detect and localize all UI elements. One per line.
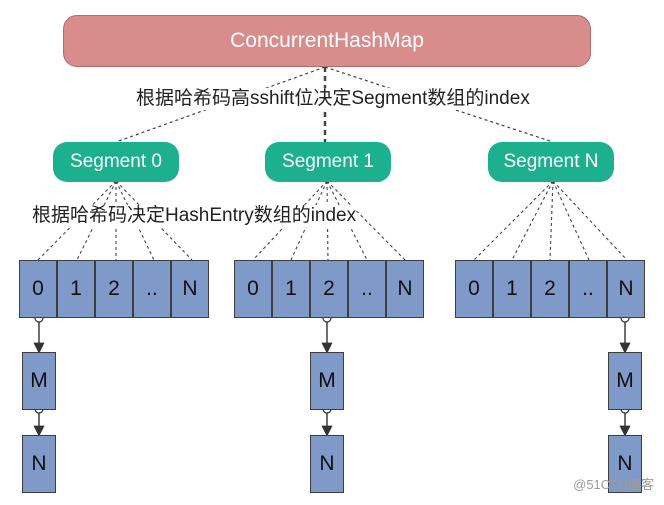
segment-1-bucket-4: N bbox=[386, 260, 424, 318]
bucket-index-caption: 根据哈希码决定HashEntry数组的index bbox=[32, 205, 357, 227]
segment-n-line-0 bbox=[473, 180, 554, 261]
segment-0-chain-node-m: M bbox=[22, 352, 56, 410]
concurrenthashmap-label: ConcurrentHashMap bbox=[230, 29, 424, 52]
segment-0-bucket-4: N bbox=[171, 260, 209, 318]
segment-n-label: Segment N bbox=[503, 151, 599, 172]
watermark-text: @51CTO博客 bbox=[573, 477, 654, 492]
segment-0-node: Segment 0 bbox=[53, 142, 179, 182]
segment-1-label: Segment 1 bbox=[282, 151, 374, 172]
segment-0-label: Segment 0 bbox=[70, 151, 162, 172]
segment-n-bucket-0: 0 bbox=[455, 260, 493, 318]
segment-n-line-4 bbox=[552, 180, 628, 261]
segment-1-chain-node-n: N bbox=[310, 435, 344, 493]
segment-1-bucket-3: .. bbox=[348, 260, 386, 318]
segment-1-node: Segment 1 bbox=[265, 142, 391, 182]
segment-n-line-1 bbox=[511, 180, 554, 261]
segment-1-chain-node-m: M bbox=[310, 352, 344, 410]
segment-0-bucket-3: .. bbox=[133, 260, 171, 318]
segment-n-bucket-1: 1 bbox=[493, 260, 531, 318]
segment-n-chain-node-m: M bbox=[608, 352, 642, 410]
segment-0-bucket-1: 1 bbox=[57, 260, 95, 318]
segment-n-bucket-2: 2 bbox=[531, 260, 569, 318]
segment-1-bucket-2: 2 bbox=[310, 260, 348, 318]
segment-n-node: Segment N bbox=[488, 142, 614, 182]
segment-1-bucket-0: 0 bbox=[234, 260, 272, 318]
concurrenthashmap-box: ConcurrentHashMap bbox=[63, 15, 591, 67]
segment-n-bucket-4: N bbox=[607, 260, 645, 318]
segment-n-line-2 bbox=[549, 180, 554, 261]
connector-layer bbox=[33, 66, 631, 437]
segment-1-bucket-1: 1 bbox=[272, 260, 310, 318]
segment-n-line-3 bbox=[552, 180, 590, 261]
segment-index-caption: 根据哈希码高sshift位决定Segment数组的index bbox=[136, 88, 530, 110]
segment-0-bucket-2: 2 bbox=[95, 260, 133, 318]
segment-0-bucket-0: 0 bbox=[19, 260, 57, 318]
segment-n-bucket-3: .. bbox=[569, 260, 607, 318]
segment-0-chain-node-n: N bbox=[22, 435, 56, 493]
